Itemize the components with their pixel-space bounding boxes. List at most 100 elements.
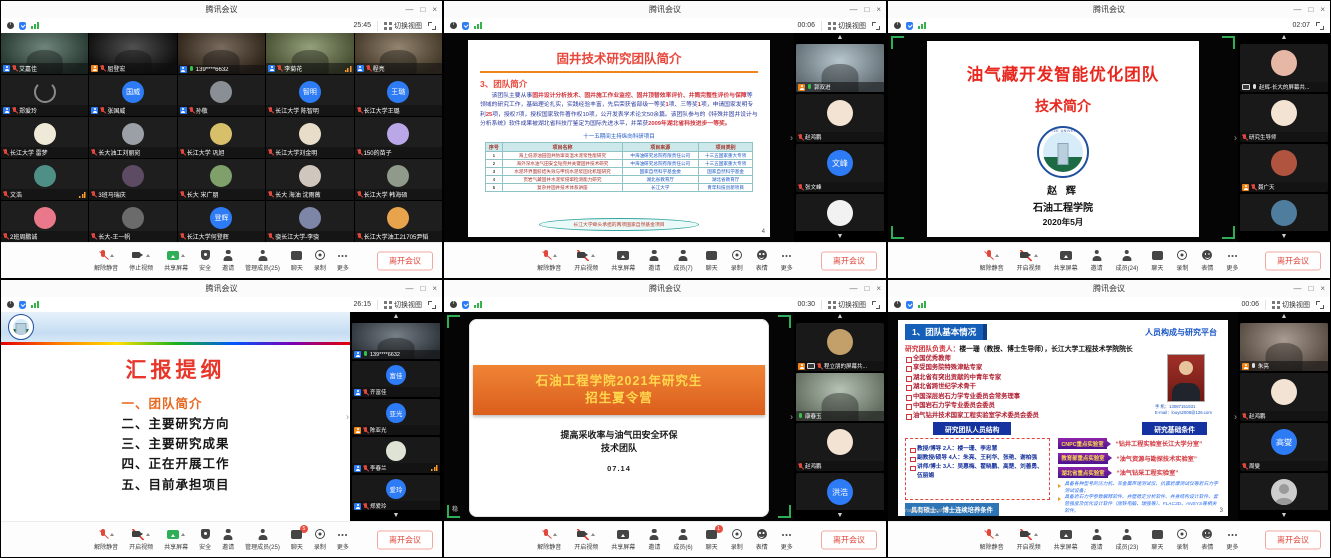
toolbar-button[interactable]: 录制 (314, 528, 326, 551)
leave-meeting-button[interactable]: 离开会议 (377, 251, 433, 270)
participant-tile[interactable]: 长大油工刘丽宛 (89, 117, 176, 158)
toolbar-button[interactable]: 录制 (731, 249, 743, 272)
window-titlebar[interactable]: 腾讯会议 — □ × (888, 280, 1330, 297)
toolbar-button[interactable]: 停止视频 (129, 249, 153, 272)
chevron-up-icon[interactable] (1034, 533, 1038, 536)
participant-tile[interactable]: 骁长江大学-李骁 (266, 201, 353, 242)
toolbar-button[interactable]: 共享屏幕 (164, 528, 188, 551)
toolbar-button[interactable]: 共享屏幕 (1054, 249, 1078, 272)
close-button[interactable]: × (1320, 6, 1325, 14)
close-button[interactable]: × (432, 6, 437, 14)
toolbar-button[interactable]: 成员(23) (1116, 528, 1139, 551)
scroll-down-arrow[interactable]: ▼ (794, 232, 886, 242)
participant-tile[interactable]: 长大-王一帆 (89, 201, 176, 242)
toolbar-button[interactable]: 成员(7) (673, 249, 692, 272)
minimize-button[interactable]: — (1293, 285, 1301, 293)
toolbar-button[interactable]: 开启视频 (1017, 528, 1041, 551)
toolbar-button[interactable]: 邀请 (1091, 249, 1103, 272)
participant-tile[interactable]: 朱亮 (1240, 323, 1328, 371)
participant-tile[interactable]: 彭明旭 (1240, 194, 1328, 231)
security-shield-icon[interactable] (906, 22, 913, 30)
participant-tile[interactable]: 文峰 张文峰 (796, 144, 884, 192)
participant-tile[interactable]: 长江大学 雷梦 (1, 117, 88, 158)
leave-meeting-button[interactable]: 离开会议 (377, 530, 433, 549)
switch-view-button[interactable]: 切换视图 (821, 300, 866, 310)
participant-tile[interactable]: 爱玲 郑爱玲 (352, 475, 440, 510)
participant-tile[interactable]: 程立朋的屏幕共... (796, 323, 884, 371)
scroll-up-arrow[interactable]: ▲ (794, 33, 886, 43)
participant-tile[interactable]: 郭双进 (796, 44, 884, 92)
toolbar-button[interactable]: 共享屏幕 (611, 528, 635, 551)
participant-tile[interactable]: 赵辉-长大的屏幕共... (1240, 44, 1328, 92)
meeting-info-icon[interactable] (894, 301, 901, 308)
toolbar-button[interactable]: 更多 (781, 249, 793, 272)
participant-tile[interactable]: 亚光 陈亚光 (352, 399, 440, 435)
toolbar-button[interactable]: 解除静音 (94, 528, 118, 551)
participant-tile[interactable]: 孙敬 (178, 75, 265, 116)
toolbar-button[interactable]: 邀请 (1091, 528, 1103, 551)
toolbar-button[interactable]: 聊天 (291, 249, 303, 272)
chevron-up-icon[interactable] (995, 533, 999, 536)
toolbar-button[interactable]: 解除静音 (980, 528, 1004, 551)
toolbar-button[interactable]: 表情 (756, 249, 768, 272)
fullscreen-icon[interactable] (872, 22, 880, 30)
toolbar-button[interactable]: 安全 (199, 249, 211, 272)
participant-tile[interactable]: 赵鸿鹏 (1240, 373, 1328, 421)
security-shield-icon[interactable] (462, 301, 469, 309)
minimize-button[interactable]: — (1293, 6, 1301, 14)
participant-tile[interactable]: 赵鸿鹏 (796, 94, 884, 142)
toolbar-button[interactable]: 邀请 (222, 528, 234, 551)
participant-tile[interactable]: 139****6632 (178, 33, 265, 74)
window-titlebar[interactable]: 腾讯会议 — □ × (444, 280, 886, 297)
toolbar-button[interactable]: 1 聊天 (706, 528, 718, 551)
maximize-button[interactable]: □ (864, 285, 869, 293)
switch-view-button[interactable]: 切换视图 (377, 300, 422, 310)
minimize-button[interactable]: — (405, 6, 413, 14)
participant-tile[interactable]: 文浩 (1, 159, 88, 200)
participant-tile[interactable]: 王璐 长江大学王璐 (355, 75, 442, 116)
fullscreen-icon[interactable] (428, 22, 436, 30)
toolbar-button[interactable]: 成员(6) (673, 528, 692, 551)
participant-tile[interactable]: 长江大学油工21705尹韬 (355, 201, 442, 242)
participant-tile[interactable]: 程亮 (355, 33, 442, 74)
toolbar-button[interactable]: 5 聊天 (291, 528, 303, 551)
participant-tile[interactable]: 吴惠梅 (1240, 473, 1328, 510)
chevron-up-icon[interactable] (110, 533, 114, 536)
security-shield-icon[interactable] (19, 22, 26, 30)
toolbar-button[interactable]: 邀请 (648, 249, 660, 272)
participant-tile[interactable]: 长大 宋广朋 (178, 159, 265, 200)
maximize-button[interactable]: □ (1308, 6, 1313, 14)
toolbar-button[interactable]: 表情 (1201, 528, 1213, 551)
toolbar-button[interactable]: 聊天 (1151, 249, 1163, 272)
toolbar-button[interactable]: 安全 (199, 528, 211, 551)
scroll-down-arrow[interactable]: ▼ (1238, 511, 1330, 521)
toolbar-button[interactable]: 管理成员(25) (245, 249, 280, 272)
participant-tile[interactable]: 长大 海油 沈雨薇 (266, 159, 353, 200)
scroll-up-arrow[interactable]: ▲ (350, 312, 442, 322)
toolbar-button[interactable]: 开启视频 (1017, 249, 1041, 272)
participant-tile[interactable]: 研究生导师 (1240, 94, 1328, 142)
security-shield-icon[interactable] (462, 22, 469, 30)
participant-tile[interactable]: 长大-张剑辉 (796, 194, 884, 231)
window-titlebar[interactable]: 腾讯会议 — □ × (888, 1, 1330, 18)
chevron-up-icon[interactable] (110, 254, 114, 257)
chevron-up-icon[interactable] (181, 533, 185, 536)
participant-tile[interactable]: 洪浩 荆州学院王洪浩 (796, 473, 884, 510)
toolbar-button[interactable]: 更多 (337, 528, 349, 551)
chevron-up-icon[interactable] (553, 254, 557, 257)
participant-tile[interactable]: 长江大学 韩海硕 (355, 159, 442, 200)
toolbar-button[interactable]: 解除静音 (94, 249, 118, 272)
meeting-info-icon[interactable] (450, 22, 457, 29)
chevron-up-icon[interactable] (553, 533, 557, 536)
maximize-button[interactable]: □ (420, 6, 425, 14)
participant-tile[interactable]: 赵鸿鹏 (796, 423, 884, 471)
participant-tile[interactable]: 国威 张国威 (89, 75, 176, 116)
fullscreen-icon[interactable] (428, 301, 436, 309)
participant-tile[interactable]: 高燮 周燮 (1240, 423, 1328, 471)
meeting-info-icon[interactable] (7, 22, 14, 29)
participant-tile[interactable]: 郑爱玲 (1, 75, 88, 116)
leave-meeting-button[interactable]: 离开会议 (1265, 251, 1321, 270)
toolbar-button[interactable]: 成员(24) (1116, 249, 1139, 272)
security-shield-icon[interactable] (19, 301, 26, 309)
toolbar-button[interactable]: 开启视频 (129, 528, 153, 551)
